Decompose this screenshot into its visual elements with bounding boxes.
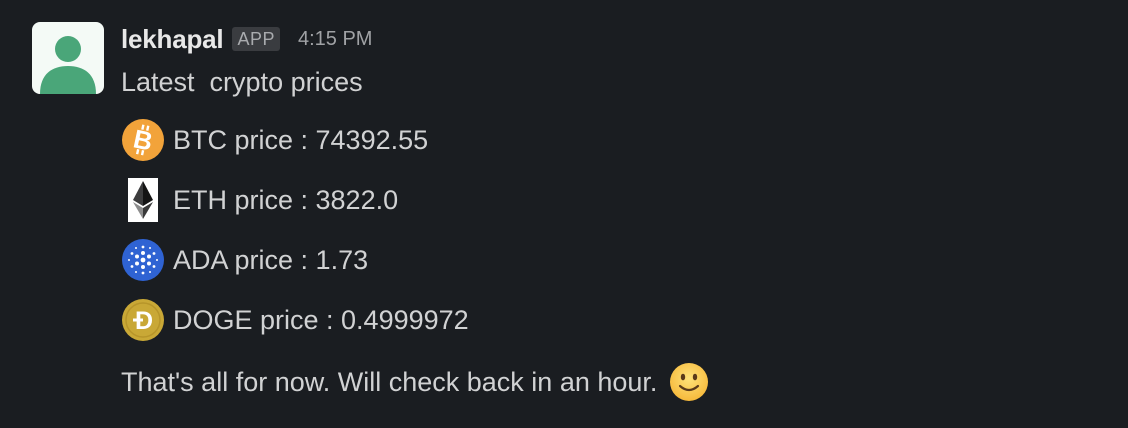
cardano-icon xyxy=(121,238,165,282)
outro-row: That's all for now. Will check back in a… xyxy=(121,362,709,402)
price-row-eth: ETH price : 3822.0 xyxy=(121,178,398,222)
price-row-btc: B BTC price : 74392.55 xyxy=(121,118,428,162)
timestamp[interactable]: 4:15 PM xyxy=(298,28,372,51)
price-text: DOGE price : 0.4999972 xyxy=(173,305,469,335)
ethereum-icon xyxy=(121,178,165,222)
dogecoin-icon: D xyxy=(121,298,165,342)
avatar[interactable] xyxy=(32,22,104,94)
price-text: ADA price : 1.73 xyxy=(173,245,369,275)
price-text: BTC price : 74392.55 xyxy=(173,125,429,155)
price-row-ada: ADA price : 1.73 xyxy=(121,238,368,282)
outro-text: That's all for now. Will check back in a… xyxy=(121,367,658,397)
slightly-smiling-face-icon xyxy=(669,362,709,402)
message-header: lekhapal APP 4:15 PM xyxy=(121,22,1101,56)
price-row-doge: D DOGE price : 0.4999972 xyxy=(121,298,469,342)
price-text: ETH price : 3822.0 xyxy=(173,185,399,215)
user-avatar-icon xyxy=(40,36,96,94)
sender-name[interactable]: lekhapal xyxy=(121,24,224,55)
intro-text: Latest crypto prices xyxy=(121,67,363,97)
message-content: lekhapal APP 4:15 PM Latest crypto price… xyxy=(121,22,1101,401)
bitcoin-icon: B xyxy=(121,118,165,162)
app-badge: APP xyxy=(232,27,280,51)
